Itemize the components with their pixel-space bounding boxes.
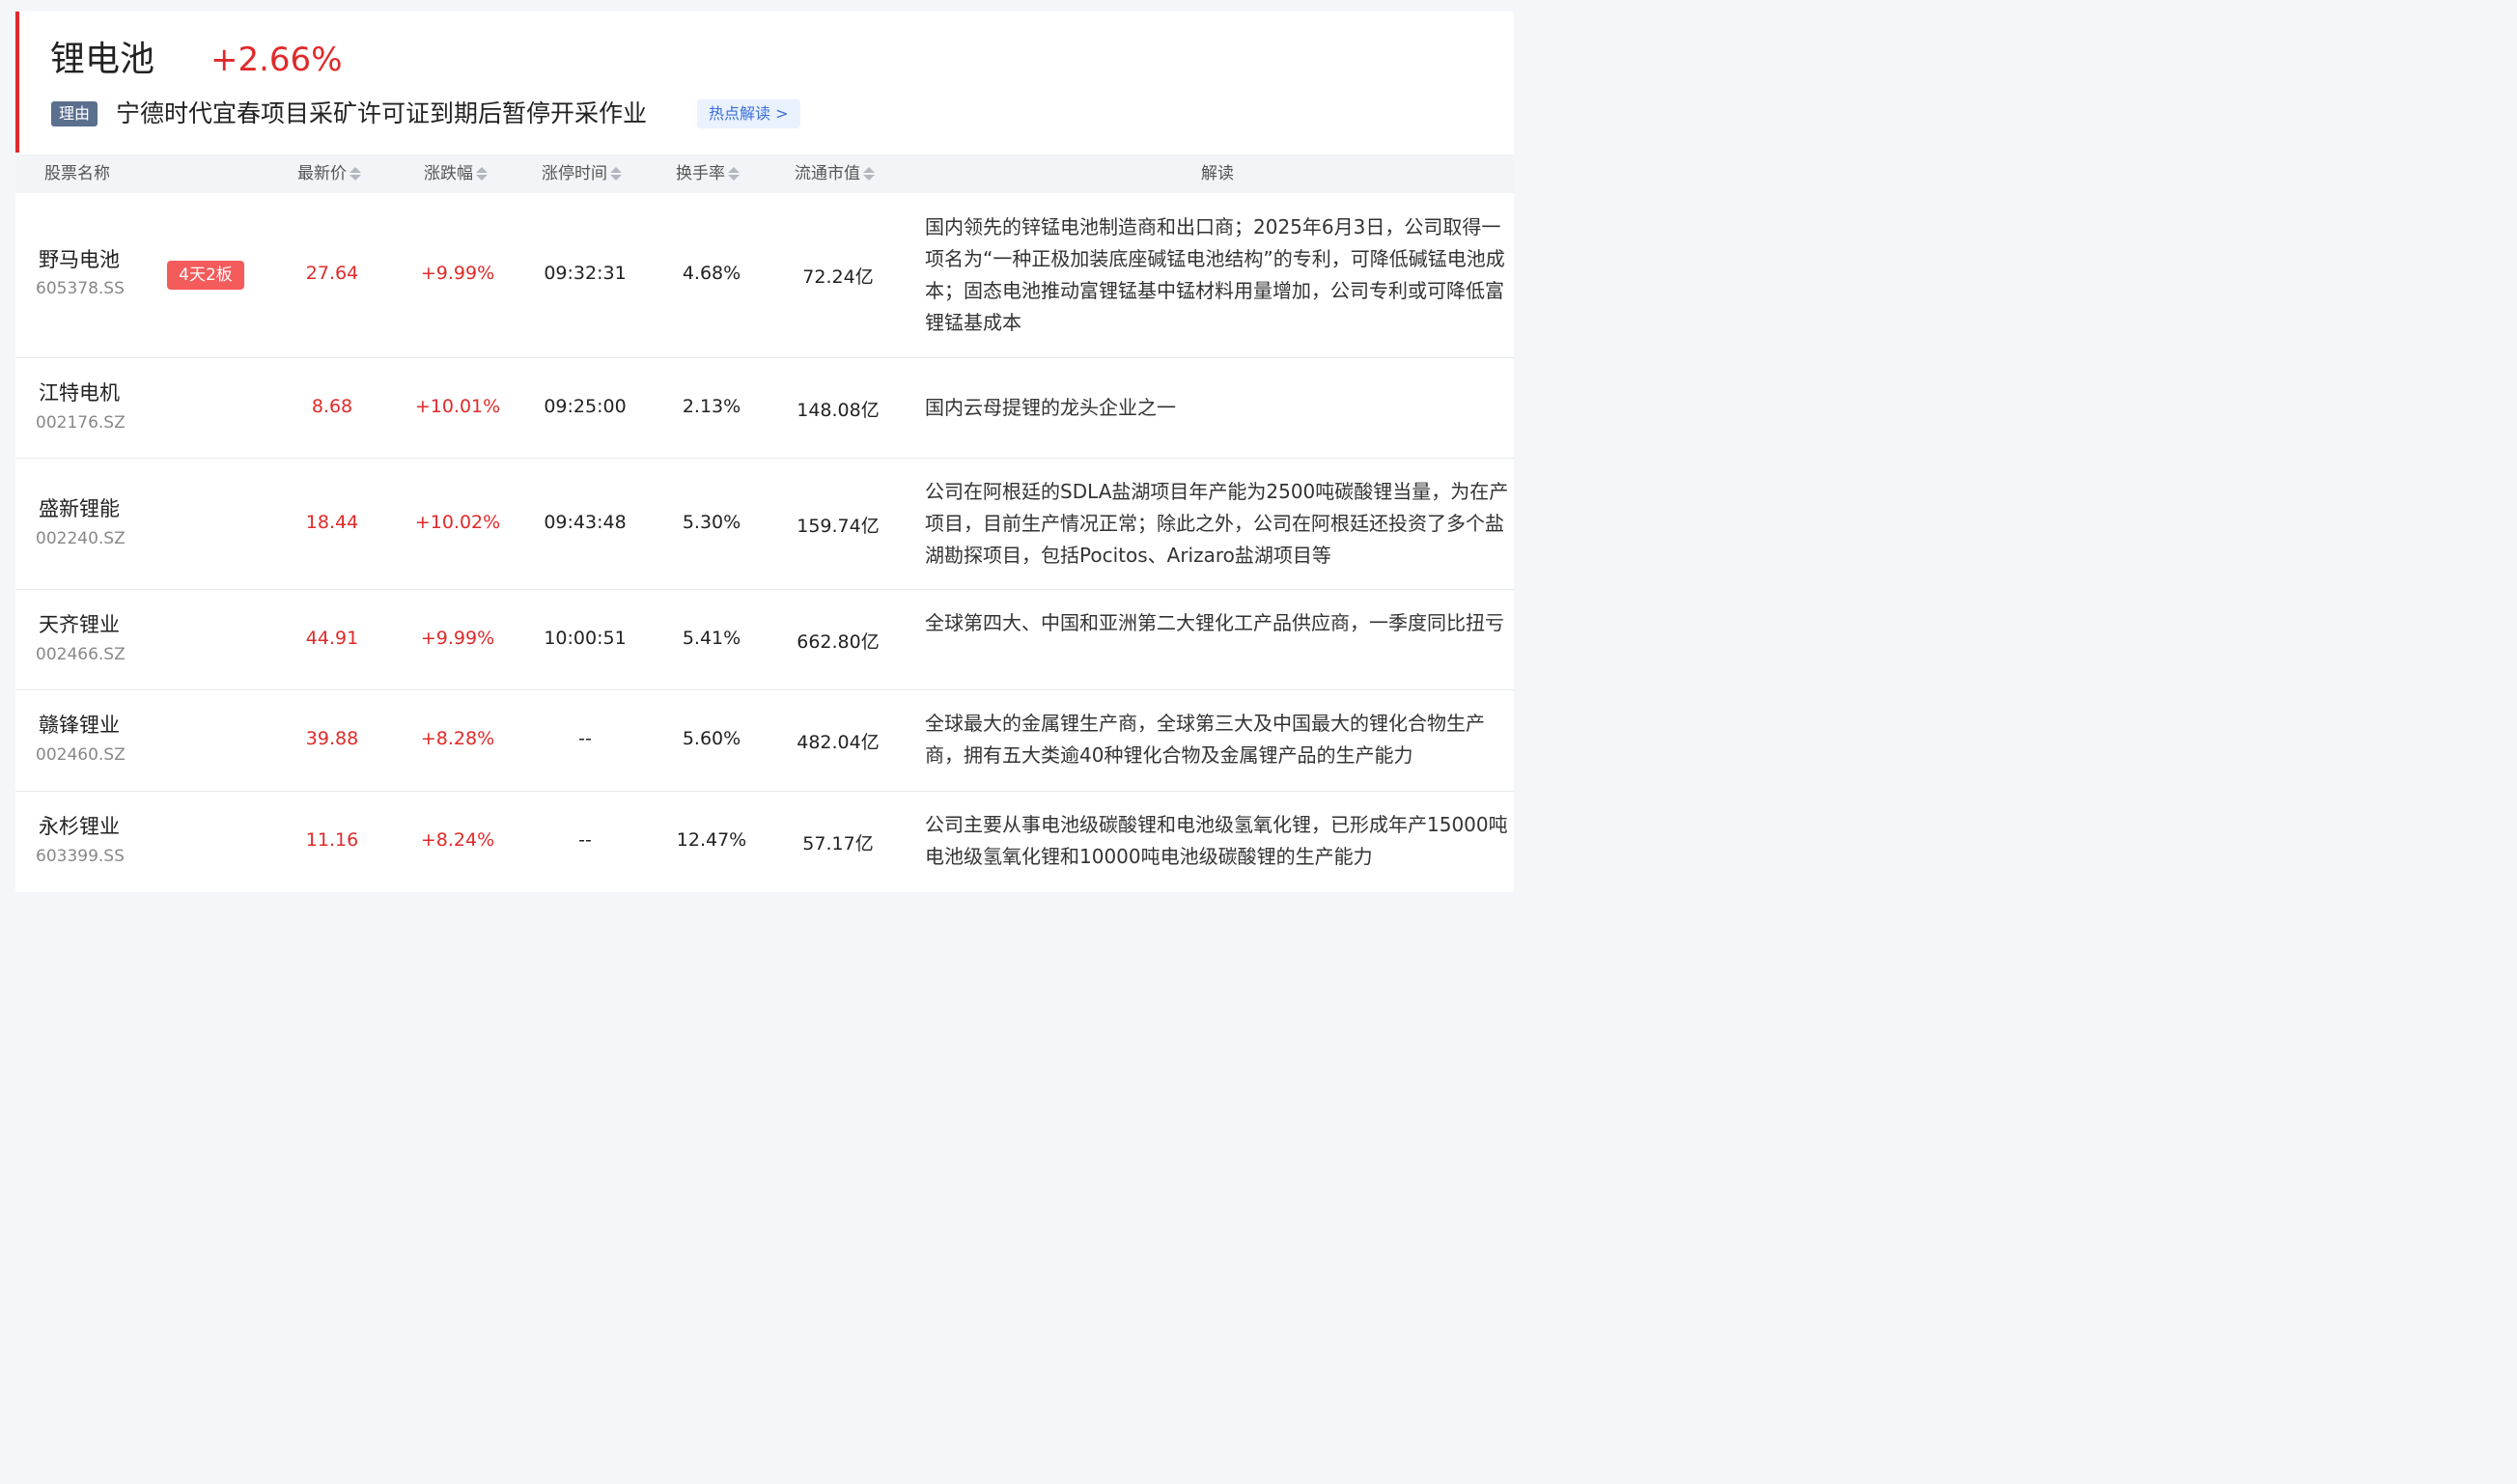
accent-bar [15,12,19,153]
table-row[interactable]: 野马电池 605378.SS 4天2板 27.64 +9.99% 09:32:3… [15,194,1514,358]
turnover-rate: 5.30% [682,512,741,533]
column-header-price-label: 最新价 [297,164,347,183]
turnover-rate: 5.60% [682,728,741,749]
stock-code: 603399.SS [36,847,125,866]
change-percent: +9.99% [420,263,495,284]
stock-description: 公司在阿根廷的SDLA盐湖项目年产能为2500吨碳酸锂当量，为在产项目，目前生产… [925,480,1509,567]
sort-icon[interactable] [350,167,361,181]
stock-name[interactable]: 天齐锂业 [39,609,120,638]
change-percent: +10.01% [414,396,501,417]
limit-up-time: -- [578,728,592,749]
stock-description: 全球最大的金属锂生产商，全球第三大及中国最大的锂化合物生产商，拥有五大类逾40种… [925,712,1485,767]
turnover-rate: 2.13% [682,396,741,417]
table-row[interactable]: 永杉锂业 603399.SS 11.16 +8.24% -- 12.47% 57… [15,792,1514,892]
stock-code: 002466.SZ [36,645,126,664]
column-header-change[interactable]: 涨跌幅 [424,154,488,193]
column-header-name-label: 股票名称 [44,164,110,183]
latest-price: 27.64 [305,263,359,284]
column-header-desc-label: 解读 [1201,164,1234,183]
change-percent: +9.99% [420,628,495,649]
column-header-limit-time[interactable]: 涨停时间 [542,154,622,193]
limit-up-time: 09:43:48 [544,512,627,533]
stock-description: 全球第四大、中国和亚洲第二大锂化工产品供应商，一季度同比扭亏 [925,611,1504,634]
latest-price: 44.91 [305,628,359,649]
stock-name[interactable]: 盛新锂能 [39,493,120,522]
sort-icon[interactable] [610,167,622,181]
market-cap: 148.08亿 [797,400,880,421]
table-header: 股票名称 最新价 涨跌幅 涨停时间 换手率 流通市值 解读 [15,154,1514,193]
hot-topic-link[interactable]: 热点解读 > [697,99,800,128]
column-header-desc: 解读 [1201,154,1234,193]
stock-code: 605378.SS [36,279,125,298]
stock-description: 国内领先的锌锰电池制造商和出口商；2025年6月3日，公司取得一项名为“一种正极… [925,215,1505,334]
reason-text: 宁德时代宜春项目采矿许可证到期后暂停开采作业 [116,99,648,127]
change-percent: +10.02% [414,512,501,533]
table-row[interactable]: 赣锋锂业 002460.SZ 39.88 +8.28% -- 5.60% 482… [15,690,1514,792]
stock-name[interactable]: 赣锋锂业 [39,710,120,739]
column-header-limit-time-label: 涨停时间 [542,164,607,183]
turnover-rate: 4.68% [682,263,741,284]
market-cap: 482.04亿 [797,732,880,753]
sector-name[interactable]: 锂电池 [50,39,154,81]
latest-price: 8.68 [311,396,353,417]
column-header-turnover-label: 换手率 [676,164,725,183]
stock-code: 002240.SZ [36,529,126,548]
column-header-mcap[interactable]: 流通市值 [795,154,875,193]
table-row[interactable]: 盛新锂能 002240.SZ 18.44 +10.02% 09:43:48 5.… [15,459,1514,590]
sort-icon[interactable] [728,167,740,181]
column-header-change-label: 涨跌幅 [424,164,473,183]
column-header-turnover[interactable]: 换手率 [676,154,740,193]
reason-tag: 理由 [51,101,98,126]
table-row[interactable]: 江特电机 002176.SZ 8.68 +10.01% 09:25:00 2.1… [15,358,1514,459]
column-header-mcap-label: 流通市值 [795,164,860,183]
column-header-name: 股票名称 [44,154,110,193]
latest-price: 39.88 [305,728,359,749]
limit-up-time: 10:00:51 [544,628,627,649]
market-cap: 662.80亿 [797,631,880,653]
stock-name[interactable]: 野马电池 [39,244,120,273]
latest-price: 11.16 [305,829,359,851]
stock-description: 国内云母提锂的龙头企业之一 [925,396,1176,419]
sort-icon[interactable] [863,167,875,181]
stock-description: 公司主要从事电池级碳酸锂和电池级氢氧化锂，已形成年产15000吨电池级氢氧化锂和… [925,813,1508,868]
limit-up-time: -- [578,829,592,851]
stock-name[interactable]: 江特电机 [39,378,120,406]
column-header-price[interactable]: 最新价 [297,154,361,193]
limit-up-badge: 4天2板 [167,261,244,290]
table-row[interactable]: 天齐锂业 002466.SZ 44.91 +9.99% 10:00:51 5.4… [15,590,1514,690]
limit-up-time: 09:32:31 [544,263,627,284]
stock-code: 002460.SZ [36,745,126,765]
limit-up-time: 09:25:00 [544,396,627,417]
stock-code: 002176.SZ [36,413,126,433]
market-cap: 72.24亿 [802,266,874,288]
sort-icon[interactable] [476,167,488,181]
change-percent: +8.24% [420,829,495,851]
change-percent: +8.28% [420,728,495,749]
turnover-rate: 5.41% [682,628,741,649]
market-cap: 57.17亿 [802,833,874,854]
latest-price: 18.44 [305,512,359,533]
sector-change: +2.66% [210,41,343,79]
market-cap: 159.74亿 [797,516,880,537]
sector-panel: 锂电池 +2.66% 理由 宁德时代宜春项目采矿许可证到期后暂停开采作业 热点解… [15,12,1514,892]
stock-name[interactable]: 永杉锂业 [39,811,120,840]
turnover-rate: 12.47% [676,829,747,851]
